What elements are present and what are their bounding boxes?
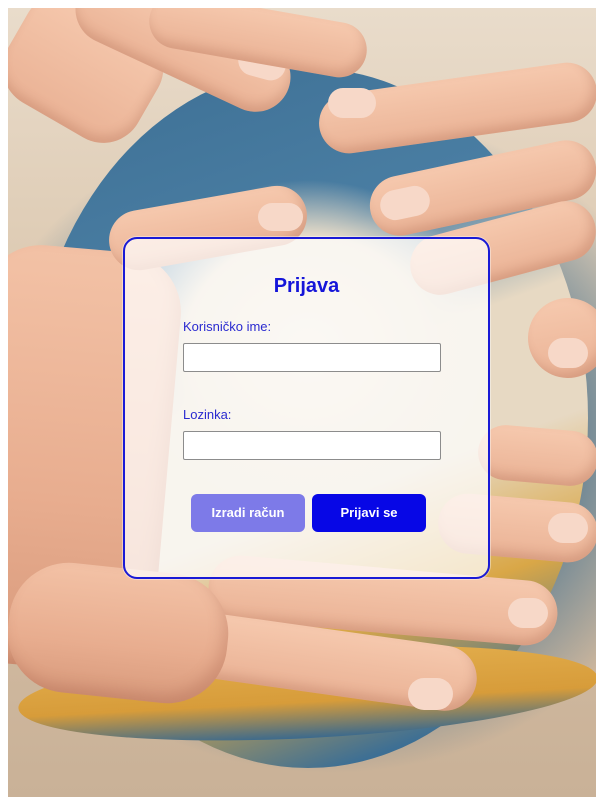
login-title: Prijava (273, 275, 340, 297)
nail-shape (408, 678, 453, 710)
nail-shape (548, 513, 588, 543)
password-label: Lozinka: (183, 407, 232, 422)
nail-shape (258, 203, 303, 231)
username-label: Korisničko ime: (183, 319, 272, 334)
nail-shape (508, 598, 548, 628)
login-page: Prijava Korisničko ime: Lozinka: Izradi … (0, 0, 604, 805)
login-button[interactable]: Prijavi se (312, 494, 426, 532)
username-input[interactable] (183, 343, 441, 372)
nail-shape (548, 338, 588, 368)
login-card: Prijava Korisničko ime: Lozinka: Izradi … (123, 237, 490, 579)
password-input[interactable] (183, 431, 441, 460)
register-button[interactable]: Izradi račun (191, 494, 305, 532)
nail-shape (328, 88, 376, 118)
